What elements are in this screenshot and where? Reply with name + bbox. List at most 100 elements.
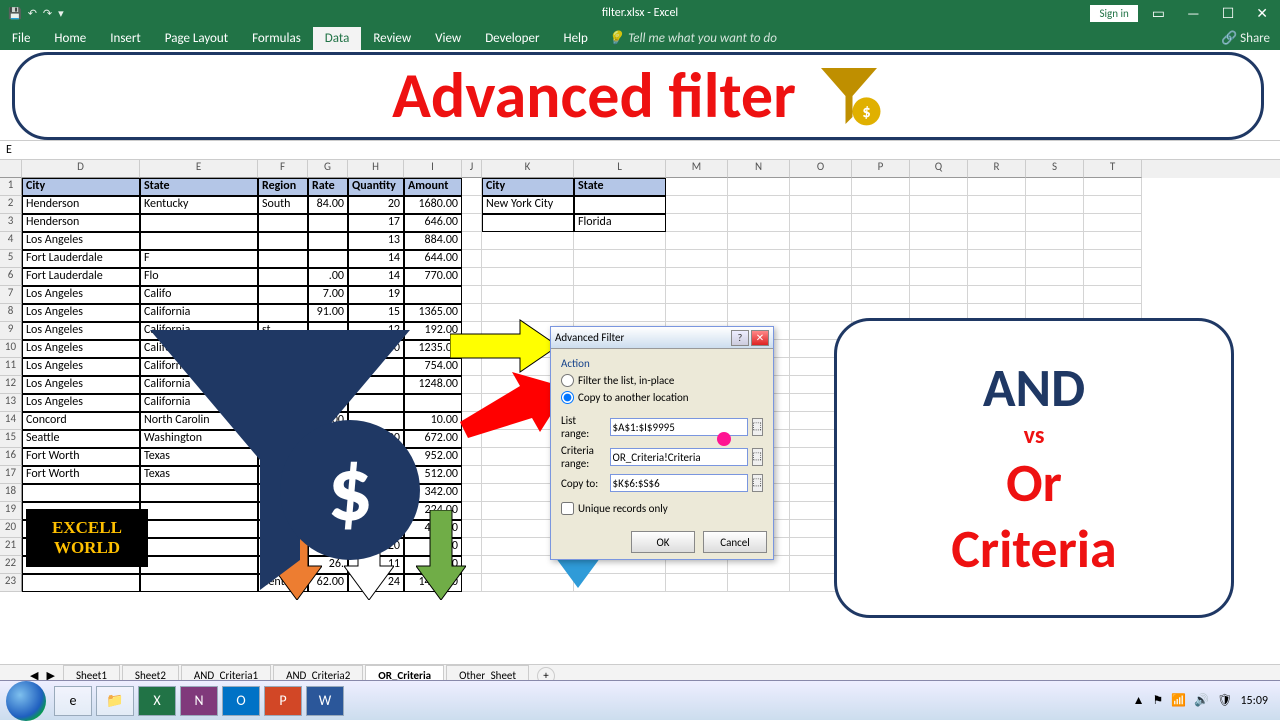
- dialog-help-button[interactable]: ?: [731, 330, 749, 346]
- row-header[interactable]: 22: [0, 556, 22, 574]
- start-button[interactable]: [6, 681, 46, 721]
- column-header[interactable]: J: [462, 160, 482, 178]
- cell[interactable]: [574, 232, 666, 250]
- cell[interactable]: [140, 214, 258, 232]
- row-header[interactable]: 23: [0, 574, 22, 592]
- row-header[interactable]: 19: [0, 502, 22, 520]
- cell[interactable]: [790, 232, 852, 250]
- maximize-button[interactable]: ☐: [1214, 5, 1243, 22]
- cell[interactable]: South: [258, 196, 308, 214]
- cell[interactable]: [482, 250, 574, 268]
- column-header[interactable]: Q: [910, 160, 968, 178]
- row-header[interactable]: 2: [0, 196, 22, 214]
- row-header[interactable]: 14: [0, 412, 22, 430]
- cell[interactable]: [1084, 268, 1142, 286]
- cell[interactable]: [968, 196, 1026, 214]
- radio-filter-inplace[interactable]: [561, 374, 574, 387]
- cell[interactable]: Henderson: [22, 214, 140, 232]
- cell[interactable]: [968, 178, 1026, 196]
- row-header[interactable]: 21: [0, 538, 22, 556]
- cell[interactable]: Fort Worth: [22, 448, 140, 466]
- cell[interactable]: [462, 466, 482, 484]
- cell[interactable]: 14: [348, 268, 404, 286]
- row-header[interactable]: 18: [0, 484, 22, 502]
- tab-help[interactable]: Help: [551, 27, 599, 50]
- row-header[interactable]: 10: [0, 340, 22, 358]
- cell[interactable]: Los Angeles: [22, 394, 140, 412]
- cell[interactable]: 15: [348, 304, 404, 322]
- cell[interactable]: [482, 268, 574, 286]
- cell[interactable]: [910, 232, 968, 250]
- dialog-close-button[interactable]: ✕: [751, 330, 769, 346]
- clock[interactable]: 15:09: [1240, 694, 1268, 708]
- cell[interactable]: [258, 250, 308, 268]
- tab-formulas[interactable]: Formulas: [240, 27, 313, 50]
- cell[interactable]: [308, 250, 348, 268]
- qat-save-icon[interactable]: 💾: [8, 7, 22, 20]
- formula-bar[interactable]: E: [0, 140, 1280, 160]
- column-header[interactable]: F: [258, 160, 308, 178]
- cell[interactable]: Seattle: [22, 430, 140, 448]
- column-header[interactable]: K: [482, 160, 574, 178]
- cell[interactable]: [462, 250, 482, 268]
- cell[interactable]: 17: [348, 214, 404, 232]
- cell[interactable]: [728, 286, 790, 304]
- cell[interactable]: Concord: [22, 412, 140, 430]
- cell[interactable]: [666, 304, 728, 322]
- column-header[interactable]: O: [790, 160, 852, 178]
- cell[interactable]: [1026, 178, 1084, 196]
- row-header[interactable]: 7: [0, 286, 22, 304]
- cell[interactable]: [140, 232, 258, 250]
- tab-insert[interactable]: Insert: [98, 27, 153, 50]
- cell[interactable]: [462, 448, 482, 466]
- tab-review[interactable]: Review: [361, 27, 423, 50]
- cell[interactable]: [666, 196, 728, 214]
- tray-chevron-icon[interactable]: ▲: [1133, 693, 1145, 708]
- cell[interactable]: [666, 178, 728, 196]
- cell[interactable]: Fort Lauderdale: [22, 268, 140, 286]
- cell[interactable]: [1026, 286, 1084, 304]
- signin-button[interactable]: Sign in: [1090, 5, 1137, 22]
- cell[interactable]: 13: [348, 232, 404, 250]
- cell[interactable]: Fort Worth: [22, 466, 140, 484]
- column-header[interactable]: S: [1026, 160, 1084, 178]
- row-header[interactable]: 15: [0, 430, 22, 448]
- cell[interactable]: [852, 214, 910, 232]
- cell[interactable]: [308, 214, 348, 232]
- radio-copy-location-label[interactable]: Copy to another location: [578, 391, 689, 404]
- cell[interactable]: State: [574, 178, 666, 196]
- tray-network-icon[interactable]: 📶: [1171, 693, 1186, 708]
- row-header[interactable]: 17: [0, 466, 22, 484]
- cell[interactable]: [910, 286, 968, 304]
- cell[interactable]: [790, 268, 852, 286]
- cell[interactable]: 644.00: [404, 250, 462, 268]
- cell[interactable]: Kentucky: [140, 196, 258, 214]
- cell[interactable]: 20: [348, 196, 404, 214]
- cell[interactable]: [728, 178, 790, 196]
- tab-page-layout[interactable]: Page Layout: [153, 27, 240, 50]
- cell[interactable]: Los Angeles: [22, 322, 140, 340]
- cell[interactable]: [666, 268, 728, 286]
- cell[interactable]: [852, 268, 910, 286]
- cell[interactable]: [852, 196, 910, 214]
- ribbon-opts-icon[interactable]: ▭: [1144, 5, 1173, 22]
- outlook-icon[interactable]: O: [222, 686, 260, 716]
- cell[interactable]: [22, 484, 140, 502]
- cell[interactable]: [404, 286, 462, 304]
- row-header[interactable]: 4: [0, 232, 22, 250]
- cell[interactable]: [1084, 214, 1142, 232]
- radio-copy-location[interactable]: [561, 391, 574, 404]
- word-icon[interactable]: W: [306, 686, 344, 716]
- row-header[interactable]: 13: [0, 394, 22, 412]
- cell[interactable]: [910, 178, 968, 196]
- explorer-icon[interactable]: 📁: [96, 686, 134, 716]
- cell[interactable]: 91.00: [308, 304, 348, 322]
- cell[interactable]: [482, 232, 574, 250]
- cell[interactable]: [728, 250, 790, 268]
- column-header[interactable]: G: [308, 160, 348, 178]
- cell[interactable]: [1084, 232, 1142, 250]
- cell[interactable]: [728, 214, 790, 232]
- cell[interactable]: [1084, 250, 1142, 268]
- qat-undo-icon[interactable]: ↶: [28, 7, 37, 20]
- cell[interactable]: Quantity: [348, 178, 404, 196]
